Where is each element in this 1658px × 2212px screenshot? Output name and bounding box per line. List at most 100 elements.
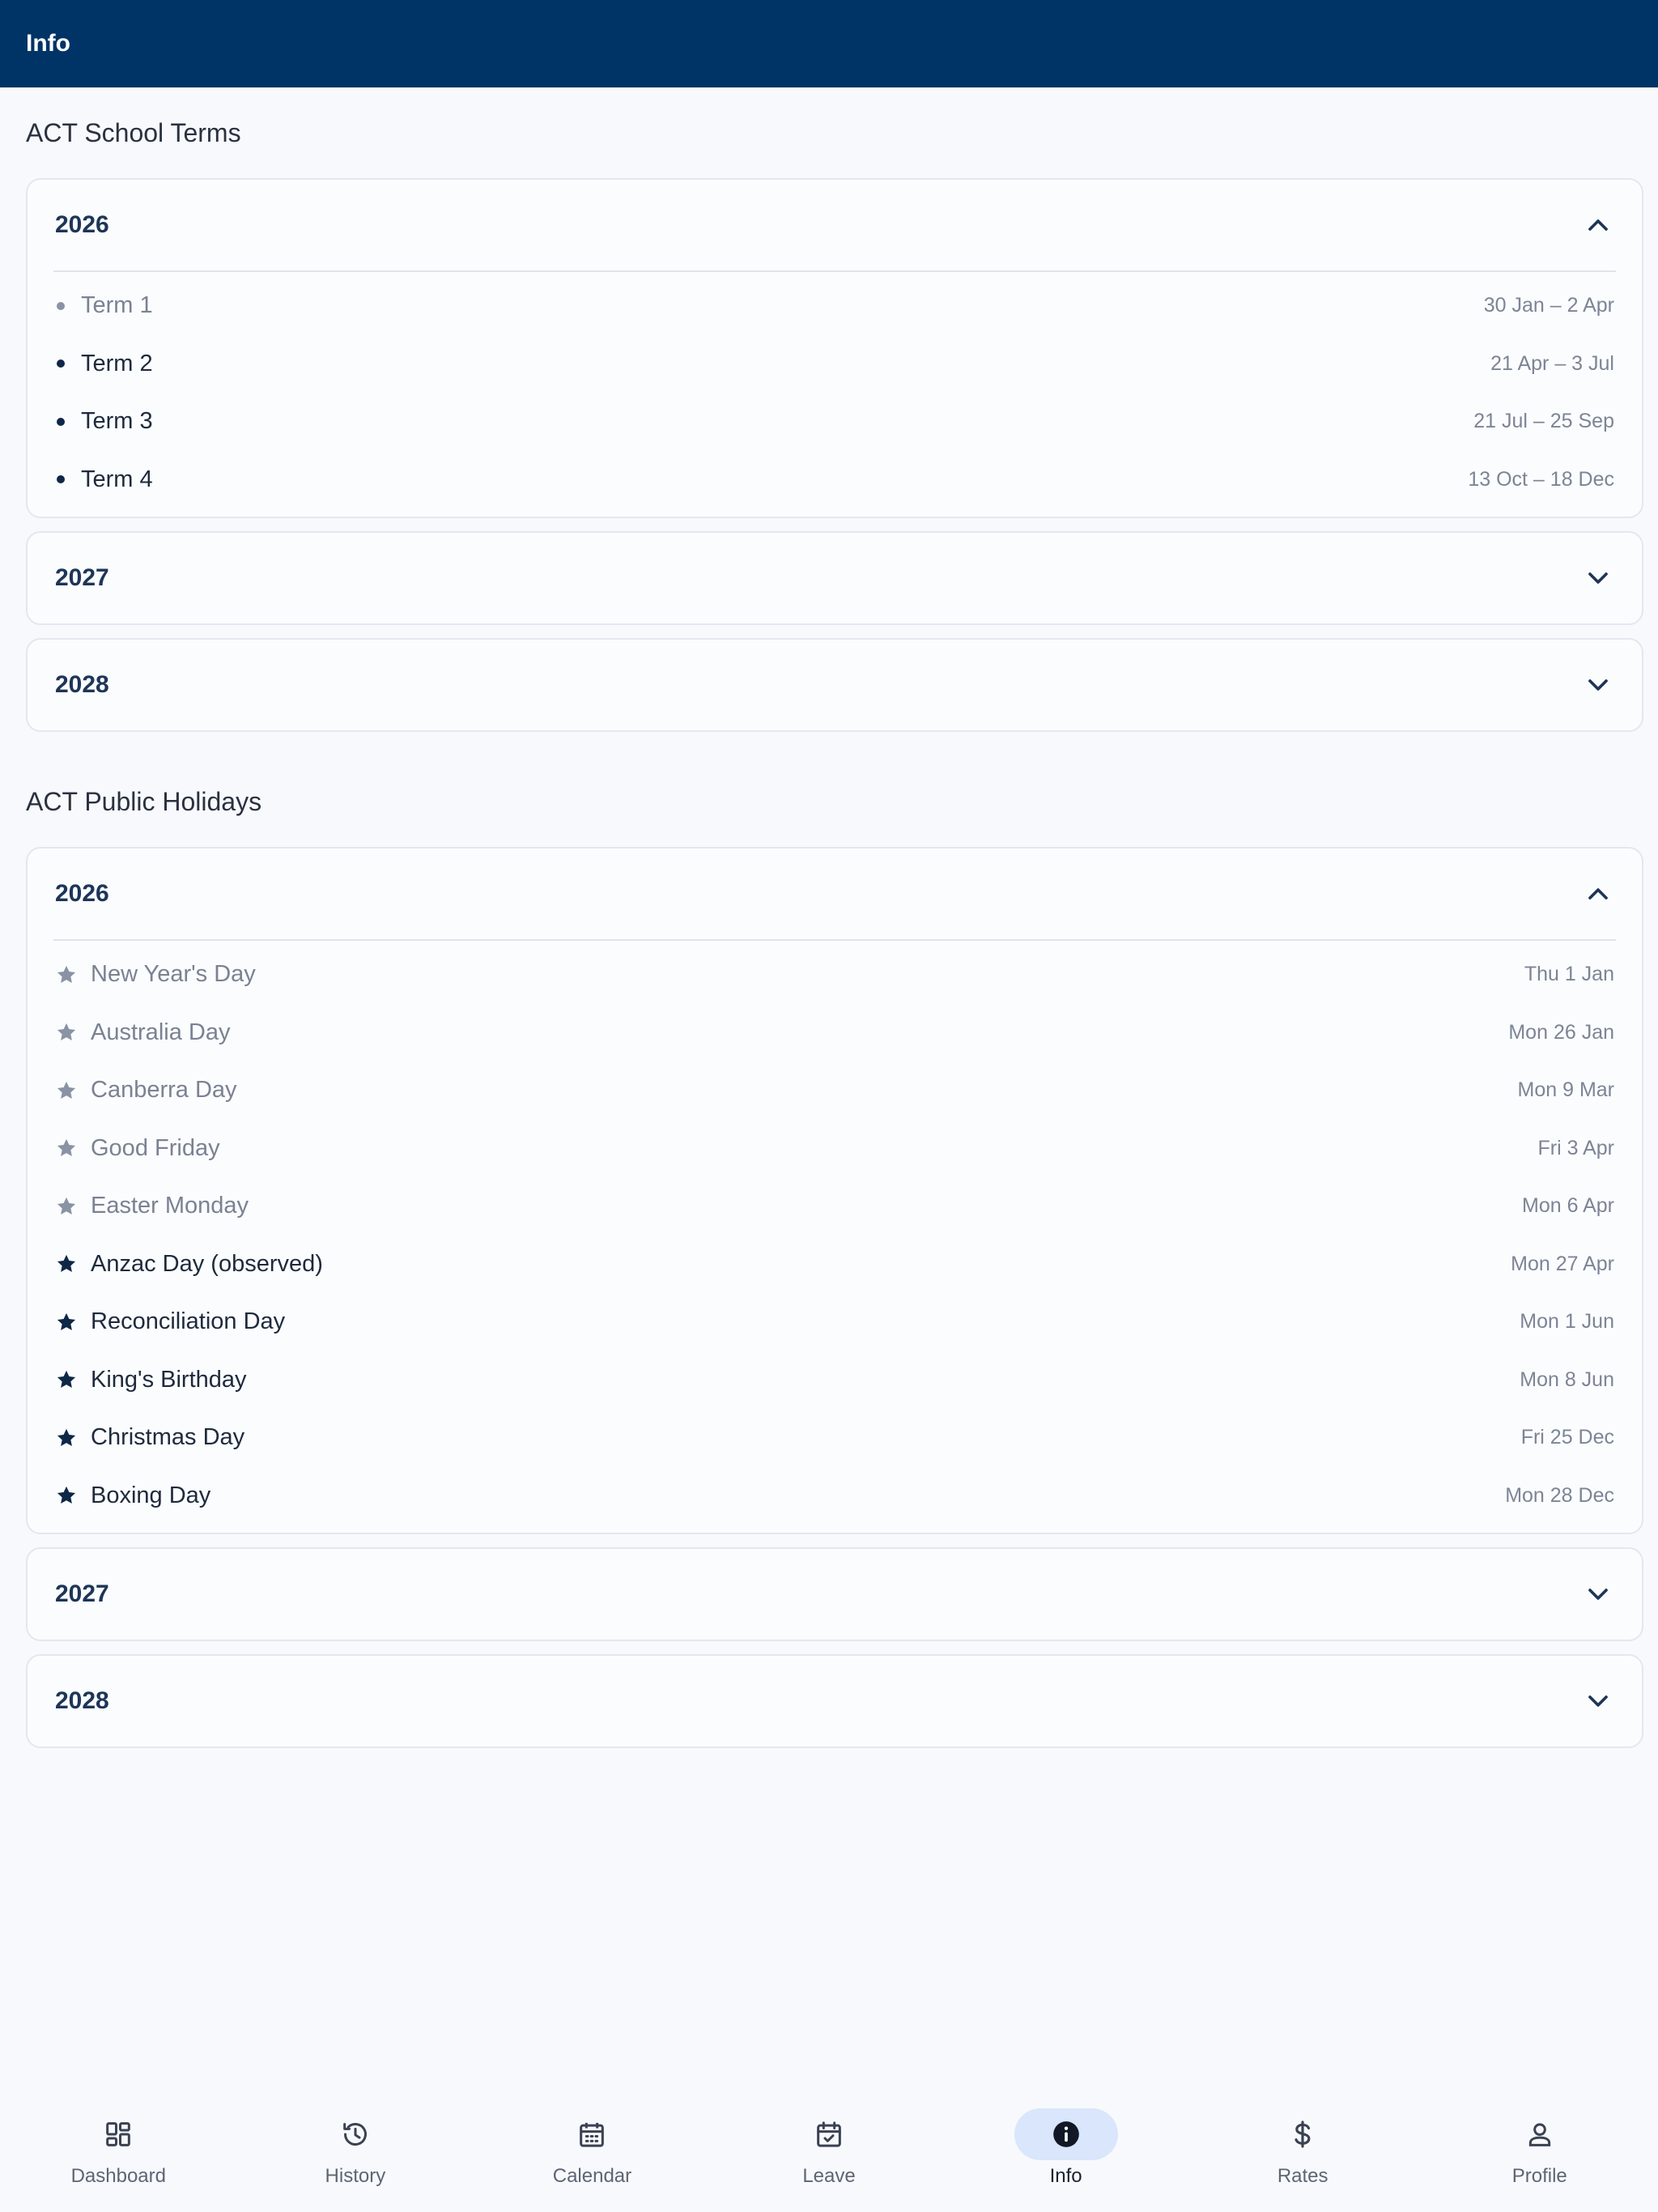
chevron-down-icon[interactable]: [1582, 1578, 1614, 1610]
public-holidays-2026-header[interactable]: 2026: [28, 849, 1642, 939]
public-holidays-heading: ACT Public Holidays: [26, 787, 262, 816]
bullet-icon: [57, 301, 65, 310]
star-icon: [57, 1081, 76, 1099]
holiday-label: Easter Monday: [91, 1193, 249, 1219]
holiday-label: Anzac Day (observed): [91, 1250, 323, 1277]
holiday-label: Australia Day: [91, 1019, 231, 1045]
page-title: Info: [26, 30, 70, 57]
dollar-icon: [1295, 2121, 1311, 2148]
star-icon: [57, 1487, 76, 1504]
profile-icon: [1528, 2123, 1550, 2146]
holiday-date: Fri 3 Apr: [1537, 1136, 1614, 1159]
star-icon: [57, 1428, 76, 1446]
nav-label: Rates: [1277, 2165, 1329, 2187]
school-terms-2027-card: 2027: [26, 531, 1643, 625]
star-icon: [57, 1139, 76, 1157]
list-item: Easter Monday Mon 6 Apr: [28, 1177, 1642, 1236]
holiday-label: King's Birthday: [91, 1366, 247, 1393]
nav-item-info[interactable]: Info: [947, 2089, 1184, 2212]
term-label: Term 1: [81, 292, 153, 319]
history-icon: [343, 2123, 367, 2146]
nav-item-history[interactable]: History: [237, 2089, 474, 2212]
holiday-label: Canberra Day: [91, 1077, 237, 1104]
term-label: Term 4: [81, 466, 153, 492]
holiday-label: Christmas Day: [91, 1424, 245, 1451]
list-item: New Year's Day Thu 1 Jan: [28, 946, 1642, 1004]
nav-item-dashboard[interactable]: Dashboard: [0, 2089, 237, 2212]
holiday-label: Reconciliation Day: [91, 1308, 286, 1335]
term-date: 21 Apr – 3 Jul: [1490, 351, 1614, 375]
term-label: Term 2: [81, 350, 153, 376]
star-icon: [57, 1255, 76, 1273]
chevron-down-icon[interactable]: [1582, 1685, 1614, 1717]
star-icon: [57, 1312, 76, 1330]
bullet-icon: [57, 359, 65, 368]
public-holidays-2026-card: 2026 New Year's Day Thu 1 Jan Australia …: [26, 847, 1643, 1534]
term-date: 21 Jul – 25 Sep: [1473, 410, 1614, 433]
bullet-icon: [57, 417, 65, 426]
chevron-down-icon[interactable]: [1582, 562, 1614, 594]
nav-item-rates[interactable]: Rates: [1184, 2089, 1422, 2212]
list-item: Term 3 21 Jul – 25 Sep: [28, 393, 1642, 451]
school-terms-2028-card: 2028: [26, 638, 1643, 732]
public-holidays-2028-header[interactable]: 2028: [28, 1656, 1642, 1746]
holiday-date: Mon 9 Mar: [1517, 1078, 1614, 1102]
info-icon: [1052, 2121, 1079, 2147]
school-terms-2028-header[interactable]: 2028: [28, 640, 1642, 730]
bottom-nav: Dashboard History Calendar Leave Info Ra…: [0, 2089, 1658, 2212]
app-bar: Info: [0, 0, 1658, 87]
nav-item-calendar[interactable]: Calendar: [474, 2089, 711, 2212]
dashboard-icon: [106, 2122, 131, 2146]
holiday-date: Thu 1 Jan: [1524, 963, 1614, 986]
nav-label: Dashboard: [70, 2165, 166, 2187]
term-date: 13 Oct – 18 Dec: [1468, 467, 1614, 491]
card-year: 2028: [55, 1687, 109, 1714]
list-item: Boxing Day Mon 28 Dec: [28, 1467, 1642, 1525]
list-item: King's Birthday Mon 8 Jun: [28, 1351, 1642, 1410]
list-item: Anzac Day (observed) Mon 27 Apr: [28, 1236, 1642, 1294]
school-terms-2026-header[interactable]: 2026: [28, 180, 1642, 270]
chevron-up-icon[interactable]: [1582, 209, 1614, 241]
holiday-label: Boxing Day: [91, 1482, 211, 1508]
card-year: 2027: [55, 1580, 109, 1607]
nav-item-leave[interactable]: Leave: [711, 2089, 948, 2212]
calendar-icon: [580, 2122, 605, 2147]
school-terms-heading: ACT School Terms: [26, 118, 241, 147]
term-label: Term 3: [81, 408, 153, 435]
card-year: 2026: [55, 211, 109, 238]
term-date: 30 Jan – 2 Apr: [1483, 294, 1614, 317]
star-icon: [57, 1197, 76, 1214]
list-item: Christmas Day Fri 25 Dec: [28, 1409, 1642, 1467]
chevron-down-icon[interactable]: [1582, 669, 1614, 701]
holiday-date: Mon 8 Jun: [1520, 1368, 1614, 1391]
star-icon: [57, 1371, 76, 1389]
list-item: Reconciliation Day Mon 1 Jun: [28, 1293, 1642, 1351]
holiday-label: Good Friday: [91, 1134, 220, 1161]
public-holidays-2027-header[interactable]: 2027: [28, 1549, 1642, 1640]
card-year: 2027: [55, 564, 109, 591]
nav-label: Profile: [1511, 2165, 1567, 2187]
holiday-label: New Year's Day: [91, 961, 256, 988]
holiday-date: Mon 6 Apr: [1522, 1194, 1614, 1218]
card-year: 2028: [55, 671, 109, 698]
nav-label: History: [325, 2165, 386, 2187]
public-holidays-2027-card: 2027: [26, 1547, 1643, 1641]
nav-label: Leave: [802, 2165, 856, 2187]
nav-label: Calendar: [552, 2165, 632, 2187]
list-item: Good Friday Fri 3 Apr: [28, 1120, 1642, 1178]
nav-item-profile[interactable]: Profile: [1421, 2089, 1658, 2212]
chevron-up-icon[interactable]: [1582, 878, 1614, 910]
list-item: Term 1 30 Jan – 2 Apr: [28, 277, 1642, 335]
holiday-date: Mon 26 Jan: [1508, 1020, 1614, 1044]
holiday-date: Mon 27 Apr: [1511, 1252, 1614, 1275]
holiday-date: Fri 25 Dec: [1520, 1426, 1614, 1449]
star-icon: [57, 1023, 76, 1041]
star-icon: [57, 965, 76, 983]
leave-icon: [817, 2121, 841, 2147]
school-terms-2026-card: 2026 Term 1 30 Jan – 2 Apr Term 2 21 Apr…: [26, 178, 1643, 518]
list-item: Canberra Day Mon 9 Mar: [28, 1061, 1642, 1120]
school-terms-2027-header[interactable]: 2027: [28, 533, 1642, 623]
public-holidays-2028-card: 2028: [26, 1654, 1643, 1748]
holiday-date: Mon 1 Jun: [1520, 1310, 1614, 1334]
holiday-date: Mon 28 Dec: [1505, 1483, 1614, 1507]
